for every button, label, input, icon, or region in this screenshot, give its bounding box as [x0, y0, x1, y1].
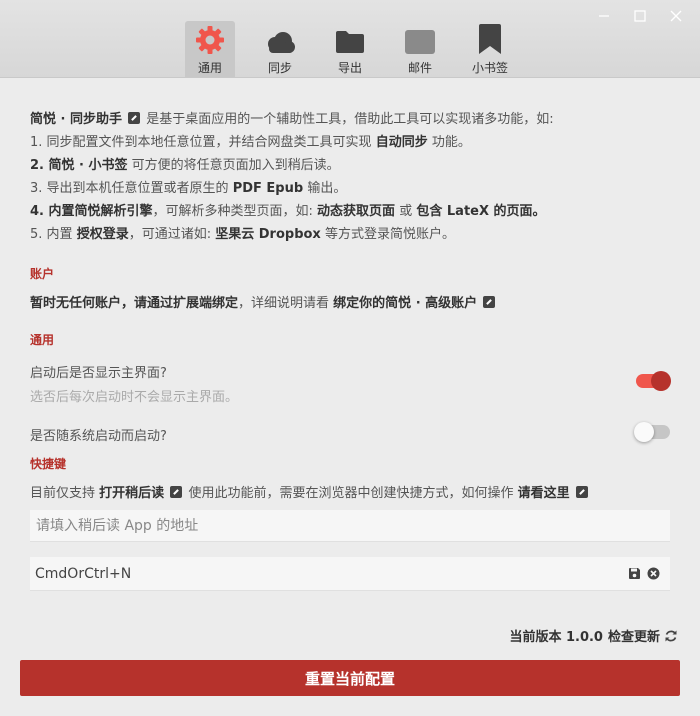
intro-text: 。: [532, 204, 546, 219]
read-later-url-input[interactable]: [30, 510, 670, 542]
see-here-link[interactable]: 请看这里: [518, 486, 570, 501]
intro-line-4: 3. 导出到本机任意位置或者原生的 PDF Epub 输出。: [30, 177, 670, 200]
refresh-icon[interactable]: [664, 629, 678, 643]
toggle-knob: [651, 371, 671, 391]
tab-general-label: 通用: [197, 61, 222, 75]
shortcut-text: 目前仅支持: [30, 486, 96, 501]
account-status: 暂时无任何账户，请通过扩展端绑定，详细说明请看 绑定你的简悦 · 高级账户: [30, 292, 497, 311]
tab-sync-label: 同步: [267, 61, 292, 75]
tab-mail-label: 邮件: [407, 61, 432, 75]
tab-bar: 通用 同步 导出 邮件 小书签: [185, 21, 515, 78]
folder-icon: [335, 21, 365, 55]
maximize-icon[interactable]: [630, 6, 650, 26]
intro-text: 可方便的将任意页面加入到稍后读。: [131, 158, 340, 173]
intro-highlight: 坚果云 Dropbox: [215, 227, 321, 242]
external-link-icon[interactable]: [575, 486, 588, 498]
shortcut-key-input[interactable]: [30, 557, 610, 590]
account-status-bold: 暂时无任何账户，请通过扩展端绑定: [30, 296, 239, 311]
intro-line-3: 2. 简悦 · 小书签 可方便的将任意页面加入到稍后读。: [30, 154, 670, 177]
autostart-toggle[interactable]: [634, 422, 670, 442]
tab-bookmarklet[interactable]: 小书签: [465, 21, 515, 77]
autostart-label: 是否随系统启动而启动?: [30, 429, 167, 444]
bind-account-link[interactable]: 绑定你的简悦 · 高级账户: [333, 296, 477, 311]
intro-text: ，可通过诸如:: [128, 227, 212, 242]
tab-bookmarklet-label: 小书签: [471, 61, 508, 75]
close-icon[interactable]: [666, 6, 686, 26]
reset-config-button[interactable]: 重置当前配置: [20, 660, 680, 696]
intro-line-5: 4. 内置简悦解析引擎，可解析多种类型页面，如: 动态获取页面 或 包含 Lat…: [30, 200, 670, 223]
general-section-title: 通用: [30, 333, 55, 347]
show-main-window-label: 启动后是否显示主界面?: [30, 366, 167, 381]
external-link-icon[interactable]: [170, 486, 183, 498]
intro-line-2: 1. 同步配置文件到本地任意位置，并结合网盘类工具可实现 自动同步 功能。: [30, 131, 670, 154]
account-status-text: ，详细说明请看: [238, 296, 330, 311]
intro-text: 1. 同步配置文件到本地任意位置，并结合网盘类工具可实现: [30, 135, 372, 150]
intro-text: 或: [399, 204, 413, 219]
product-name: 简悦 · 同步助手: [30, 112, 122, 127]
version-info: 当前版本 1.0.0 检查更新: [509, 626, 678, 645]
intro-section: 简悦 · 同步助手 是基于桌面应用的一个辅助性工具，借助此工具可以实现诸多功能，…: [30, 108, 670, 246]
check-update-link[interactable]: 检查更新: [608, 626, 660, 645]
account-section-title: 账户: [30, 267, 55, 281]
clear-icon[interactable]: [647, 567, 661, 581]
intro-line-1: 简悦 · 同步助手 是基于桌面应用的一个辅助性工具，借助此工具可以实现诸多功能，…: [30, 108, 670, 131]
intro-highlight: 4. 内置简悦解析引擎: [30, 204, 153, 219]
bookmark-icon: [478, 21, 502, 55]
mail-icon: [405, 21, 435, 55]
toggle-knob: [634, 422, 654, 442]
open-read-later-link[interactable]: 打开稍后读: [99, 486, 164, 501]
tab-general[interactable]: 通用: [185, 21, 235, 77]
tab-sync[interactable]: 同步: [255, 21, 305, 77]
external-link-icon[interactable]: [483, 296, 496, 308]
shortcut-description: 目前仅支持 打开稍后读 使用此功能前，需要在浏览器中创建快捷方式，如何操作 请看…: [30, 482, 590, 501]
intro-highlight: 自动同步: [375, 135, 428, 150]
tab-export-label: 导出: [337, 61, 362, 75]
shortcut-section-title: 快捷键: [30, 457, 67, 471]
intro-text: 是基于桌面应用的一个辅助性工具，借助此工具可以实现诸多功能，如:: [146, 112, 554, 127]
tab-mail[interactable]: 邮件: [395, 21, 445, 77]
intro-text: 等方式登录简悦账户。: [324, 227, 455, 242]
intro-highlight: 动态获取页面: [317, 204, 396, 219]
version-label: 当前版本 1.0.0: [509, 630, 603, 645]
title-bar: 通用 同步 导出 邮件 小书签: [0, 0, 700, 78]
show-main-window-hint: 选否后每次启动时不会显示主界面。: [30, 390, 239, 405]
gear-icon: [195, 21, 225, 55]
intro-text: 3. 导出到本机任意位置或者原生的: [30, 181, 229, 196]
intro-highlight: 授权登录: [76, 227, 129, 242]
shortcut-text: 使用此功能前，需要在浏览器中创建快捷方式，如何操作: [188, 486, 514, 501]
intro-highlight: 包含 LateX 的页面: [416, 204, 533, 219]
intro-text: 功能。: [431, 135, 471, 150]
shortcut-key-field: [30, 557, 670, 591]
intro-line-6: 5. 内置 授权登录，可通过诸如: 坚果云 Dropbox 等方式登录简悦账户。: [30, 223, 670, 246]
intro-highlight: 2. 简悦 · 小书签: [30, 158, 128, 173]
intro-text: 5. 内置: [30, 227, 73, 242]
tab-export[interactable]: 导出: [325, 21, 375, 77]
intro-text: ，可解析多种类型页面，如:: [152, 204, 313, 219]
show-main-window-toggle[interactable]: [636, 371, 671, 391]
intro-text: 输出。: [307, 181, 347, 196]
cloud-icon: [264, 21, 296, 55]
intro-highlight: PDF Epub: [232, 181, 304, 196]
external-link-icon[interactable]: [128, 112, 141, 124]
save-icon[interactable]: [628, 567, 642, 581]
minimize-icon[interactable]: [594, 6, 614, 26]
